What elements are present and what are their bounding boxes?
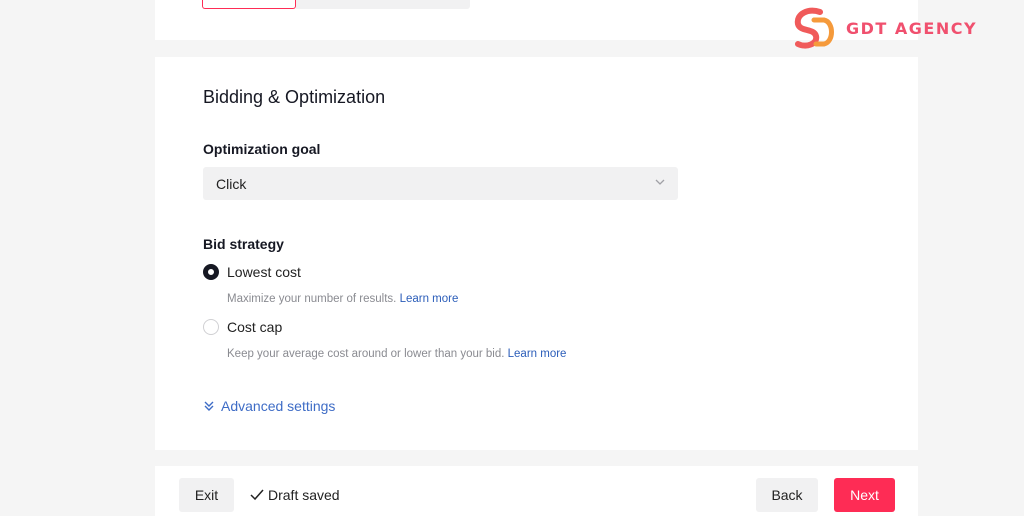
cost-cap-hint-text: Keep your average cost around or lower t… — [227, 348, 508, 360]
tab-unselected[interactable] — [296, 0, 470, 9]
optimization-goal-select[interactable]: Click — [203, 167, 678, 200]
back-button[interactable]: Back — [756, 478, 818, 512]
tab-selected[interactable] — [202, 0, 296, 9]
radio-cost-cap-label: Cost cap — [227, 319, 283, 335]
footer-bar: Exit Draft saved Back Next — [155, 466, 918, 516]
double-chevron-down-icon — [204, 401, 214, 411]
radio-checked-icon[interactable] — [203, 264, 219, 280]
lowest-cost-learn-more-link[interactable]: Learn more — [400, 293, 459, 305]
optimization-goal-label: Optimization goal — [203, 141, 321, 157]
radio-unchecked-icon[interactable] — [203, 319, 219, 335]
cost-cap-hint: Keep your average cost around or lower t… — [227, 348, 566, 360]
chevron-down-icon — [655, 179, 665, 185]
logo-mark-icon — [794, 7, 834, 49]
radio-lowest-cost-label: Lowest cost — [227, 264, 301, 280]
optimization-goal-value: Click — [216, 175, 247, 192]
radio-lowest-cost[interactable]: Lowest cost — [203, 264, 301, 280]
lowest-cost-hint-text: Maximize your number of results. — [227, 293, 400, 305]
lowest-cost-hint: Maximize your number of results. Learn m… — [227, 293, 458, 305]
radio-cost-cap[interactable]: Cost cap — [203, 319, 282, 335]
draft-status: Draft saved — [250, 487, 340, 503]
advanced-settings-toggle[interactable]: Advanced settings — [203, 398, 335, 414]
cost-cap-learn-more-link[interactable]: Learn more — [508, 348, 567, 360]
exit-button[interactable]: Exit — [179, 478, 234, 512]
logo-text: GDT AGENCY — [846, 18, 978, 38]
advanced-settings-label: Advanced settings — [221, 398, 336, 414]
check-icon — [250, 489, 264, 501]
agency-logo: GDT AGENCY — [790, 6, 977, 50]
next-button[interactable]: Next — [834, 478, 895, 512]
bidding-optimization-card: Bidding & Optimization Optimization goal… — [155, 57, 918, 450]
bid-strategy-label: Bid strategy — [203, 236, 284, 252]
draft-status-text: Draft saved — [268, 487, 340, 503]
section-title: Bidding & Optimization — [203, 87, 386, 107]
